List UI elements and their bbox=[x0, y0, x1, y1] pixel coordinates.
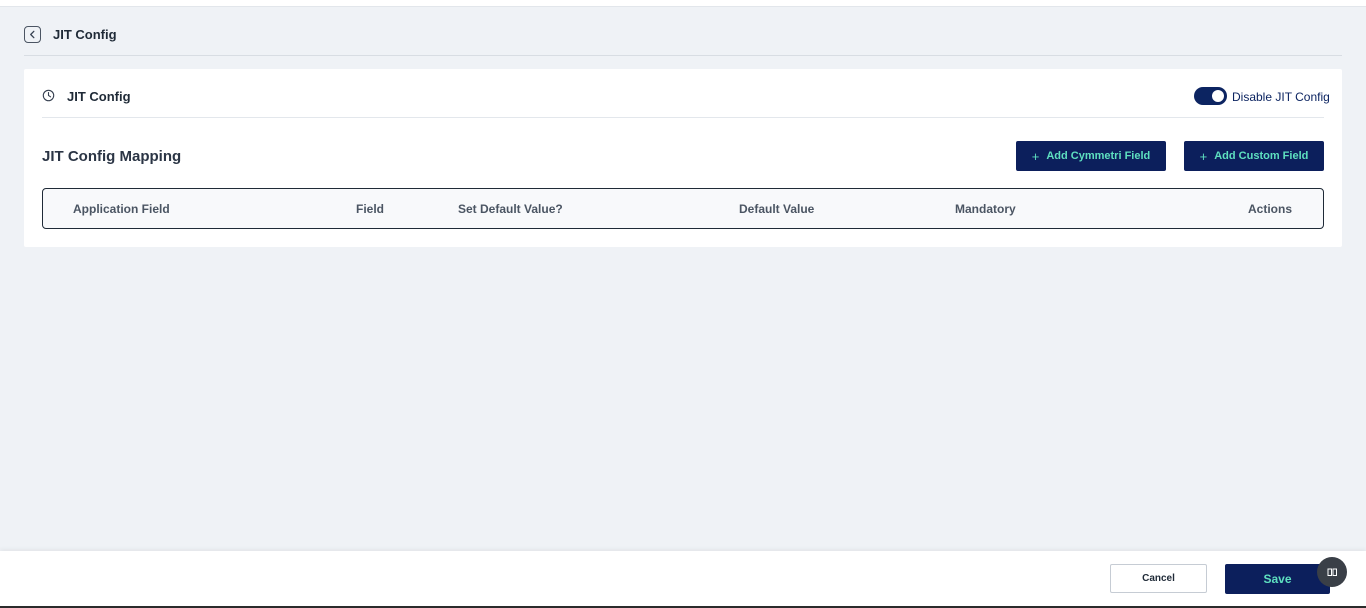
add-cymmetri-field-label: Add Cymmetri Field bbox=[1046, 150, 1151, 162]
add-custom-field-label: Add Custom Field bbox=[1214, 150, 1309, 162]
back-button[interactable] bbox=[24, 26, 41, 43]
footer-action-bar: Cancel Save bbox=[0, 551, 1366, 608]
toggle-label: Disable JIT Config bbox=[1232, 90, 1330, 104]
column-header-default-value: Default Value bbox=[739, 202, 815, 216]
toggle-knob bbox=[1212, 90, 1224, 102]
add-cymmetri-field-button[interactable]: + Add Cymmetri Field bbox=[1016, 141, 1166, 171]
clock-icon bbox=[42, 89, 55, 102]
chevron-left-icon bbox=[30, 30, 35, 39]
cancel-button[interactable]: Cancel bbox=[1110, 564, 1207, 593]
book-icon bbox=[1327, 568, 1337, 576]
column-header-mandatory: Mandatory bbox=[955, 202, 1016, 216]
column-header-application-field: Application Field bbox=[73, 202, 170, 216]
jit-config-card: JIT Config Disable JIT Config JIT Config… bbox=[24, 69, 1342, 247]
disable-jit-toggle[interactable] bbox=[1194, 87, 1227, 105]
plus-icon: + bbox=[1199, 148, 1208, 164]
save-button[interactable]: Save bbox=[1225, 564, 1330, 594]
card-title: JIT Config bbox=[67, 89, 131, 104]
plus-icon: + bbox=[1031, 148, 1040, 164]
add-custom-field-button[interactable]: + Add Custom Field bbox=[1184, 141, 1324, 171]
mapping-table-header: Application Field Field Set Default Valu… bbox=[42, 188, 1324, 229]
page-title: JIT Config bbox=[53, 27, 117, 42]
top-strip bbox=[0, 0, 1366, 7]
column-header-actions: Actions bbox=[1248, 202, 1293, 216]
card-header: JIT Config Disable JIT Config bbox=[42, 69, 1330, 118]
page-header: JIT Config bbox=[24, 22, 1342, 56]
column-header-field: Field bbox=[356, 202, 385, 216]
column-header-set-default-value: Set Default Value? bbox=[458, 202, 563, 216]
help-button[interactable] bbox=[1317, 557, 1347, 587]
section-title: JIT Config Mapping bbox=[42, 148, 182, 165]
